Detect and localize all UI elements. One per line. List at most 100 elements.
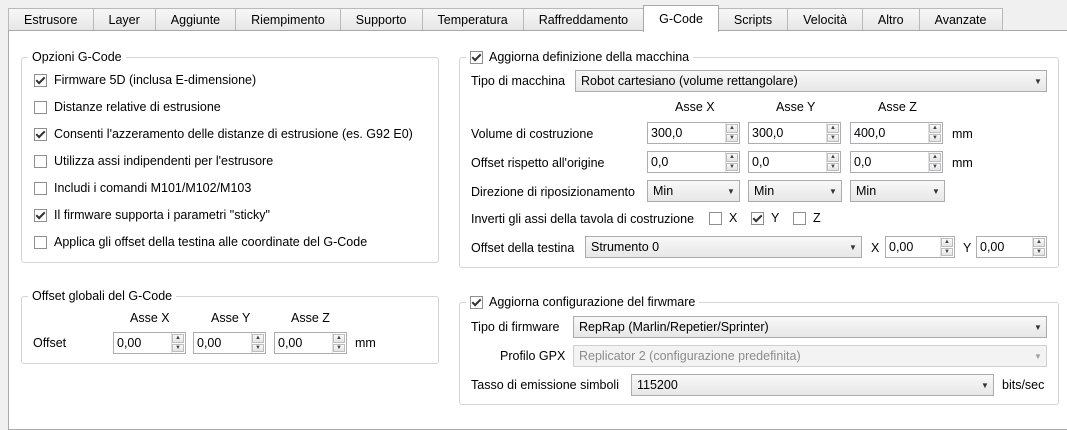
spin-down-icon[interactable]: ▼ [827, 162, 839, 171]
invert-x-option[interactable]: X [709, 211, 737, 225]
gcode-option-6[interactable]: Applica gli offset della testina alle co… [34, 235, 367, 249]
gcode-option-checkbox[interactable] [34, 235, 47, 249]
firmware-config-legend[interactable]: Aggiorna configurazione del firwmare [466, 295, 699, 309]
global-offset-z-spinbox[interactable]: 0,00 ▲ ▼ [274, 332, 347, 354]
homing-z-value: Min [856, 184, 877, 198]
spin-down-icon[interactable]: ▼ [726, 133, 738, 142]
gcode-option-checkbox[interactable] [34, 154, 47, 168]
chevron-down-icon: ▼ [1034, 322, 1042, 332]
invert-z-label: Z [813, 211, 821, 225]
gcode-option-5[interactable]: Il firmware supporta i parametri "sticky… [34, 208, 270, 222]
tab-altro[interactable]: Altro [861, 8, 920, 31]
homing-direction-label: Direzione di riposizionamento [471, 185, 635, 199]
spin-down-icon[interactable]: ▼ [1033, 247, 1045, 256]
gpx-profile-select: Replicator 2 (configurazione predefinita… [573, 345, 1047, 367]
tab-aggiunte[interactable]: Aggiunte [154, 8, 237, 31]
homing-y-select[interactable]: Min ▼ [748, 180, 842, 202]
global-offset-x-spinbox[interactable]: 0,00 ▲ ▼ [113, 332, 186, 354]
machine-definition-legend[interactable]: Aggiorna definizione della macchina [466, 50, 693, 64]
global-offset-axis-x-header: Asse X [130, 311, 170, 325]
spin-up-icon[interactable]: ▲ [252, 334, 264, 343]
gcode-option-label: Firmware 5D (inclusa E-dimensione) [54, 73, 257, 87]
head-tool-select[interactable]: Strumento 0 ▼ [585, 236, 862, 258]
spin-down-icon[interactable]: ▼ [827, 133, 839, 142]
spin-down-icon[interactable]: ▼ [252, 343, 264, 352]
baud-rate-select[interactable]: 115200 ▼ [631, 374, 994, 396]
origin-offset-y-spinbox[interactable]: 0,0 ▲ ▼ [748, 151, 841, 173]
spin-up-icon[interactable]: ▲ [726, 153, 738, 162]
invert-z-option[interactable]: Z [793, 211, 821, 225]
tab-raffreddamento[interactable]: Raffreddamento [522, 8, 645, 31]
gcode-option-4[interactable]: Includi i comandi M101/M102/M103 [34, 181, 251, 195]
spin-down-icon[interactable]: ▼ [929, 162, 941, 171]
tab-supporto[interactable]: Supporto [339, 8, 423, 31]
global-offset-axis-z-header: Asse Z [291, 311, 330, 325]
origin-offset-x-value: 0,0 [651, 155, 669, 169]
head-offset-y-spinbox[interactable]: 0,00 ▲ ▼ [976, 236, 1047, 258]
origin-offset-label: Offset rispetto all'origine [471, 156, 605, 170]
gcode-option-0[interactable]: Firmware 5D (inclusa E-dimensione) [34, 73, 256, 87]
spin-down-icon[interactable]: ▼ [929, 133, 941, 142]
chevron-down-icon: ▼ [849, 242, 857, 252]
tab-riempimento[interactable]: Riempimento [235, 8, 341, 31]
gcode-option-checkbox[interactable] [34, 73, 47, 87]
gcode-option-checkbox[interactable] [34, 181, 47, 195]
head-tool-value: Strumento 0 [591, 240, 660, 254]
invert-y-checkbox[interactable] [751, 211, 764, 225]
machine-definition-checkbox[interactable] [470, 50, 483, 64]
global-offset-y-spinbox[interactable]: 0,00 ▲ ▼ [193, 332, 266, 354]
spin-down-icon[interactable]: ▼ [172, 343, 184, 352]
spin-down-icon[interactable]: ▼ [726, 162, 738, 171]
homing-z-select[interactable]: Min ▼ [850, 180, 945, 202]
invert-x-checkbox[interactable] [709, 211, 722, 225]
build-volume-label: Volume di costruzione [471, 127, 594, 141]
invert-z-checkbox[interactable] [793, 211, 806, 225]
gcode-option-checkbox[interactable] [34, 208, 47, 222]
chevron-down-icon: ▼ [1034, 351, 1042, 361]
tab-avanzate[interactable]: Avanzate [918, 8, 1003, 31]
firmware-type-select[interactable]: RepRap (Marlin/Repetier/Sprinter) ▼ [573, 316, 1047, 338]
chevron-down-icon: ▼ [727, 186, 735, 196]
homing-x-select[interactable]: Min ▼ [647, 180, 740, 202]
origin-offset-z-spinbox[interactable]: 0,0 ▲ ▼ [850, 151, 943, 173]
tab-temperatura[interactable]: Temperatura [421, 8, 524, 31]
machine-definition-title: Aggiorna definizione della macchina [489, 50, 690, 64]
global-offset-axis-y-header: Asse Y [211, 311, 251, 325]
gcode-option-label: Applica gli offset della testina alle co… [54, 235, 368, 249]
gcode-option-3[interactable]: Utilizza assi indipendenti per l'estruso… [34, 154, 273, 168]
machine-type-value: Robot cartesiano (volume rettangolare) [581, 74, 798, 88]
spin-up-icon[interactable]: ▲ [827, 153, 839, 162]
build-volume-z-spinbox[interactable]: 400,0 ▲ ▼ [850, 122, 943, 144]
baud-rate-value: 115200 [637, 378, 678, 392]
spin-up-icon[interactable]: ▲ [1033, 238, 1045, 247]
origin-offset-x-spinbox[interactable]: 0,0 ▲ ▼ [647, 151, 740, 173]
spin-down-icon[interactable]: ▼ [333, 343, 345, 352]
gcode-option-checkbox[interactable] [34, 100, 47, 114]
spin-up-icon[interactable]: ▲ [333, 334, 345, 343]
spin-up-icon[interactable]: ▲ [827, 124, 839, 133]
tab-g-code[interactable]: G-Code [643, 5, 719, 32]
tab-bar: Estrusore Layer Aggiunte Riempimento Support… [8, 5, 1003, 32]
head-offset-x-spinbox[interactable]: 0,00 ▲ ▼ [885, 236, 955, 258]
gcode-option-2[interactable]: Consenti l'azzeramento delle distanze di… [34, 127, 413, 141]
spin-down-icon[interactable]: ▼ [941, 247, 953, 256]
build-volume-x-spinbox[interactable]: 300,0 ▲ ▼ [647, 122, 740, 144]
spin-up-icon[interactable]: ▲ [941, 238, 953, 247]
machine-type-select[interactable]: Robot cartesiano (volume rettangolare) ▼ [575, 70, 1047, 92]
spin-up-icon[interactable]: ▲ [172, 334, 184, 343]
invert-y-option[interactable]: Y [751, 211, 779, 225]
spin-up-icon[interactable]: ▲ [929, 153, 941, 162]
chevron-down-icon: ▼ [932, 186, 940, 196]
spin-up-icon[interactable]: ▲ [929, 124, 941, 133]
tab-estrusore[interactable]: Estrusore [8, 8, 94, 31]
firmware-config-checkbox[interactable] [470, 295, 483, 309]
spin-up-icon[interactable]: ▲ [726, 124, 738, 133]
tab-scripts[interactable]: Scripts [717, 8, 789, 31]
gcode-option-1[interactable]: Distanze relative di estrusione [34, 100, 221, 114]
tab-velocit-[interactable]: Velocità [787, 8, 863, 31]
gcode-option-checkbox[interactable] [34, 127, 47, 141]
build-volume-y-spinbox[interactable]: 300,0 ▲ ▼ [748, 122, 841, 144]
tab-layer[interactable]: Layer [92, 8, 156, 31]
machine-axis-x-header: Asse X [675, 100, 715, 114]
head-offset-label: Offset della testina [471, 241, 575, 255]
